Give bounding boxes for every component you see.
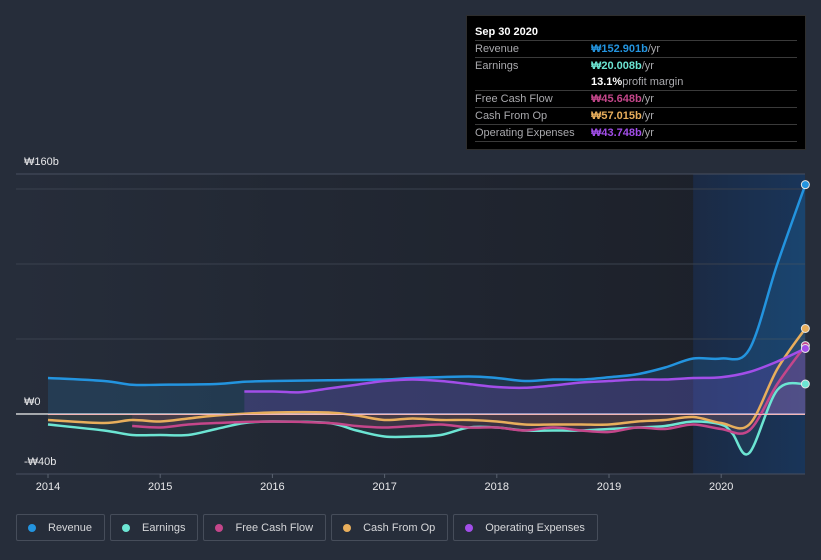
legend-label: Operating Expenses bbox=[485, 521, 585, 534]
y-tick-label: ₩160b bbox=[24, 156, 59, 168]
tooltip-value: ₩57.015b bbox=[591, 110, 642, 122]
x-tick-label: 2014 bbox=[35, 481, 61, 493]
earnings-end-marker bbox=[800, 379, 810, 389]
legend-item-cash-from-op[interactable]: Cash From Op bbox=[331, 514, 449, 541]
y-tick-label: -₩40b bbox=[24, 456, 57, 468]
tooltip-label: Operating Expenses bbox=[475, 127, 575, 139]
tooltip-label: Free Cash Flow bbox=[475, 93, 553, 105]
tooltip-value: ₩43.748b bbox=[591, 127, 642, 139]
legend: Revenue Earnings Free Cash Flow Cash Fro… bbox=[16, 514, 598, 541]
cash-from-op-dot-icon bbox=[343, 523, 352, 532]
x-tick-label: 2016 bbox=[260, 481, 285, 493]
tooltip-row-cfo: Cash From Op ₩57.015b /yr bbox=[475, 108, 797, 125]
x-tick-label: 2018 bbox=[484, 481, 510, 493]
legend-item-revenue[interactable]: Revenue bbox=[16, 514, 106, 541]
tooltip-unit: /yr bbox=[647, 43, 661, 55]
tooltip-value: 13.1% bbox=[591, 76, 623, 88]
tooltip-row-margin: 13.1% profit margin bbox=[475, 74, 797, 91]
cash-from-op-end-marker bbox=[800, 324, 810, 333]
legend-label: Free Cash Flow bbox=[235, 521, 314, 534]
legend-item-free-cash-flow[interactable]: Free Cash Flow bbox=[203, 514, 327, 541]
tooltip-row-revenue: Revenue ₩152.901b /yr bbox=[475, 41, 797, 58]
tooltip-label: Cash From Op bbox=[475, 110, 548, 122]
free-cash-flow-dot-icon bbox=[215, 523, 224, 532]
x-tick-label: 2020 bbox=[708, 481, 734, 493]
tooltip-value: ₩45.648b bbox=[591, 93, 642, 105]
revenue-dot-icon bbox=[28, 523, 36, 532]
operating-expenses-dot-icon bbox=[465, 523, 474, 532]
operating-expenses-end-marker bbox=[800, 343, 810, 353]
tooltip-row-opex: Operating Expenses ₩43.748b /yr bbox=[475, 125, 797, 142]
tooltip-label bbox=[475, 74, 591, 90]
x-tick-label: 2015 bbox=[147, 481, 173, 493]
tooltip-unit: /yr bbox=[641, 93, 654, 105]
earnings-dot-icon bbox=[122, 523, 131, 532]
legend-label: Cash From Op bbox=[363, 521, 436, 534]
tooltip-unit: /yr bbox=[641, 127, 654, 139]
x-tick-label: 2017 bbox=[372, 481, 397, 493]
legend-label: Revenue bbox=[48, 521, 93, 534]
tooltip-label: Earnings bbox=[475, 60, 519, 72]
tooltip-value: ₩152.901b bbox=[591, 43, 648, 55]
tooltip-label: Revenue bbox=[475, 43, 520, 55]
legend-label: Earnings bbox=[142, 521, 186, 534]
tooltip-unit: /yr bbox=[641, 110, 654, 122]
revenue-end-marker bbox=[800, 180, 810, 190]
tooltip-value: ₩20.008b bbox=[591, 60, 642, 72]
y-tick-label: ₩0 bbox=[24, 396, 41, 408]
tooltip-unit: profit margin bbox=[622, 76, 684, 88]
tooltip-row-earnings: Earnings ₩20.008b /yr bbox=[475, 58, 797, 74]
legend-item-operating-expenses[interactable]: Operating Expenses bbox=[453, 514, 598, 541]
tooltip-row-fcf: Free Cash Flow ₩45.648b /yr bbox=[475, 91, 797, 108]
x-tick-label: 2019 bbox=[596, 481, 622, 493]
tooltip: Sep 30 2020 Revenue ₩152.901b /yr Earnin… bbox=[466, 15, 806, 150]
legend-item-earnings[interactable]: Earnings bbox=[110, 514, 199, 541]
tooltip-unit: /yr bbox=[641, 60, 654, 72]
tooltip-date: Sep 30 2020 bbox=[475, 24, 797, 41]
